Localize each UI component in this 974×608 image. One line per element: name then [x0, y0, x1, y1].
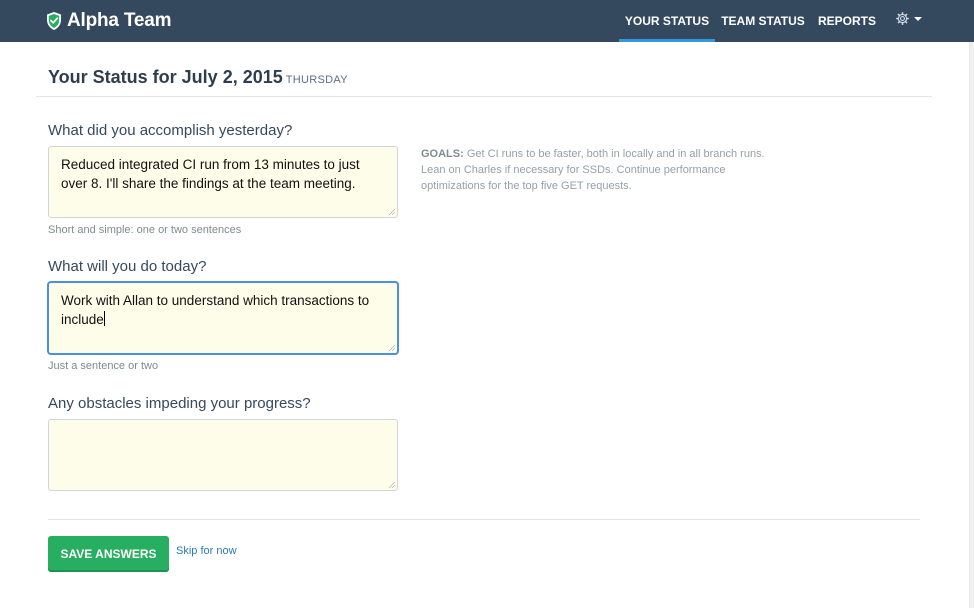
save-answers-button[interactable]: SAVE ANSWERS [48, 536, 169, 572]
today-answer-text: Work with Allan to understand which tran… [61, 293, 370, 327]
goals-text: Get CI runs to be faster, both in locall… [421, 148, 765, 192]
gear-icon [896, 12, 909, 25]
question-yesterday-label: What did you accomplish yesterday? [48, 122, 293, 139]
yesterday-hint: Short and simple: one or two sentences [48, 224, 242, 236]
scrollbar[interactable] [969, 42, 974, 608]
brand[interactable]: Alpha Team [45, 9, 171, 33]
shield-check-icon [47, 12, 61, 30]
chevron-down-icon [914, 16, 922, 21]
settings-dropdown[interactable] [896, 12, 922, 25]
yesterday-answer-text: Reduced integrated CI run from 13 minute… [61, 157, 360, 191]
text-cursor [103, 311, 105, 326]
page-title: Your Status for July 2, 2015 THURSDAY [48, 67, 348, 88]
resize-grip-icon[interactable] [389, 482, 395, 488]
goals-panel: GOALS: Get CI runs to be faster, both in… [421, 146, 771, 194]
nav-reports[interactable]: REPORTS [812, 0, 882, 42]
page-title-text: Your Status for July 2, 2015 [48, 67, 283, 87]
today-answer-textarea[interactable]: Work with Allan to understand which tran… [48, 282, 398, 354]
brand-name: Alpha Team [67, 10, 172, 31]
divider [48, 519, 920, 520]
divider [36, 96, 932, 97]
skip-for-now-link[interactable]: Skip for now [176, 545, 237, 557]
resize-grip-icon[interactable] [389, 209, 395, 215]
goals-label: GOALS: [421, 148, 464, 160]
top-navbar: Alpha Team YOUR STATUS TEAM STATUS REPOR… [0, 0, 974, 42]
today-hint: Just a sentence or two [48, 360, 159, 372]
nav-team-status[interactable]: TEAM STATUS [716, 0, 810, 42]
resize-grip-icon[interactable] [389, 345, 395, 351]
nav-your-status[interactable]: YOUR STATUS [619, 0, 715, 42]
obstacles-answer-textarea[interactable] [48, 419, 398, 491]
page-title-day: THURSDAY [285, 74, 348, 86]
yesterday-answer-textarea[interactable]: Reduced integrated CI run from 13 minute… [48, 146, 398, 218]
question-obstacles-label: Any obstacles impeding your progress? [48, 395, 311, 412]
question-today-label: What will you do today? [48, 258, 207, 275]
